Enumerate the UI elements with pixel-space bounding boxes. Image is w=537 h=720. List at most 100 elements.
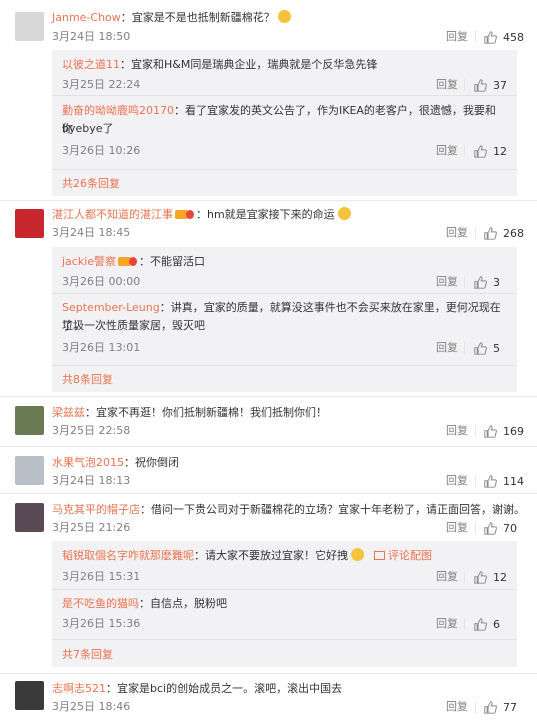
comment-username[interactable]: 水果气泡2015 <box>52 456 124 469</box>
reply-box: jackie警察 ：不能留活口 3月26日 00:00 回复 3 Septembe… <box>52 247 517 392</box>
comment-text: Janme-Chow：宜家是不是也抵制新疆棉花？ <box>52 10 291 25</box>
like-count: 77 <box>503 700 517 714</box>
like-button[interactable]: 3 <box>474 274 500 290</box>
like-count: 114 <box>503 474 524 488</box>
more-replies-link[interactable]: 共7条回复 <box>62 646 113 662</box>
thumbs-up-icon <box>474 570 487 584</box>
divider <box>464 618 465 630</box>
reply-button[interactable]: 回复 <box>436 78 458 92</box>
comment-item: 马克其平的帽子店：借问一下贵公司对于新疆棉花的立场？宜家十年老粉了，请正面回答，… <box>0 493 537 671</box>
comment-username[interactable]: 湛江人都不知道的湛江事 <box>52 208 173 221</box>
like-button[interactable]: 12 <box>474 143 507 159</box>
comment-item: 梁兹兹：宜家不再逛！你们抵制新疆棉！我们抵制你们！ 3月25日 22:58 回复… <box>0 396 537 444</box>
verified-badge-icon <box>175 210 194 219</box>
thumbs-up-icon <box>484 226 497 240</box>
like-button[interactable]: 77 <box>484 699 517 715</box>
like-count: 70 <box>503 521 517 535</box>
like-count: 169 <box>503 424 524 438</box>
avatar[interactable] <box>15 503 44 532</box>
comment-username[interactable]: 梁兹兹 <box>52 406 85 419</box>
divider <box>475 701 476 713</box>
like-count: 12 <box>493 144 507 158</box>
picture-icon <box>374 551 385 560</box>
reply-date: 3月26日 15:36 <box>62 617 141 630</box>
reply-username[interactable]: 勤奋的呦呦鹿鸣20170 <box>62 104 174 117</box>
reply-button[interactable]: 回复 <box>446 424 468 438</box>
comment-picture-link[interactable]: 评论配图 <box>374 549 432 562</box>
comment-item: 志啊志521：宜家是bci的创始成员之一。滚吧，滚出中国去 3月25日 18:4… <box>0 673 537 720</box>
reply-button[interactable]: 回复 <box>436 570 458 584</box>
comment-text: 湛江人都不知道的湛江事 ：hm就是宜家接下来的命运 <box>52 207 351 222</box>
like-count: 6 <box>493 617 500 631</box>
more-replies-link[interactable]: 共8条回复 <box>62 371 113 387</box>
like-button[interactable]: 37 <box>474 77 507 93</box>
thumbs-up-icon <box>484 30 497 44</box>
divider <box>475 425 476 437</box>
avatar[interactable] <box>15 406 44 435</box>
avatar[interactable] <box>15 456 44 485</box>
divider <box>52 365 517 366</box>
sub-comment: 以彼之道11：宜家和H&M同是瑞典企业，瑞典就是个反华急先锋 3月25日 22:… <box>62 58 507 93</box>
like-button[interactable]: 169 <box>484 423 524 439</box>
reply-button[interactable]: 回复 <box>446 30 468 44</box>
reply-username[interactable]: 是不吃鱼的猫吗 <box>62 597 139 610</box>
more-replies-link[interactable]: 共26条回复 <box>62 175 120 191</box>
thumbs-up-icon <box>474 341 487 355</box>
like-button[interactable]: 268 <box>484 225 524 241</box>
comment-text: 志啊志521：宜家是bci的创始成员之一。滚吧，滚出中国去 <box>52 682 343 695</box>
like-count: 12 <box>493 570 507 584</box>
comment-text: 水果气泡2015：祝你倒闭 <box>52 456 179 469</box>
reply-username[interactable]: jackie警察 <box>62 255 116 268</box>
smile-emoji-icon <box>337 207 351 220</box>
divider <box>464 145 465 157</box>
divider <box>464 79 465 91</box>
comment-username[interactable]: Janme-Chow <box>52 11 121 24</box>
reply-date: 3月26日 15:31 <box>62 570 141 583</box>
divider <box>52 293 517 294</box>
divider <box>475 227 476 239</box>
reply-button[interactable]: 回复 <box>436 144 458 158</box>
reply-button[interactable]: 回复 <box>446 700 468 714</box>
like-button[interactable]: 5 <box>474 340 500 356</box>
thumbs-up-icon <box>484 474 497 488</box>
reply-button[interactable]: 回复 <box>436 617 458 631</box>
divider <box>52 639 517 640</box>
cat-emoji-icon <box>277 10 291 23</box>
comment-username[interactable]: 志啊志521 <box>52 682 106 695</box>
reply-username[interactable]: 以彼之道11 <box>62 58 120 71</box>
avatar[interactable] <box>15 12 44 41</box>
comment-item: 水果气泡2015：祝你倒闭 3月24日 18:13 回复 114 <box>0 446 537 492</box>
comment-text: 马克其平的帽子店：借问一下贵公司对于新疆棉花的立场？宜家十年老粉了，请正面回答，… <box>52 503 525 516</box>
reply-button[interactable]: 回复 <box>446 474 468 488</box>
thumbs-up-icon <box>484 700 497 714</box>
comment-item: Janme-Chow：宜家是不是也抵制新疆棉花？ 3月24日 18:50 回复 … <box>0 0 537 196</box>
reply-date: 3月26日 00:00 <box>62 275 141 288</box>
divider <box>475 475 476 487</box>
reply-button[interactable]: 回复 <box>446 226 468 240</box>
sub-comment: 是不吃鱼的猫吗：自信点，脱粉吧 3月26日 15:36 回复 6 <box>62 597 500 632</box>
like-button[interactable]: 114 <box>484 473 524 489</box>
divider <box>464 342 465 354</box>
like-button[interactable]: 6 <box>474 616 500 632</box>
divider <box>475 522 476 534</box>
comment-date: 3月25日 22:58 <box>52 424 131 437</box>
reply-button[interactable]: 回复 <box>446 521 468 535</box>
reply-button[interactable]: 回复 <box>436 341 458 355</box>
reply-date: 3月26日 10:26 <box>62 144 141 157</box>
like-button[interactable]: 12 <box>474 569 507 585</box>
divider <box>52 589 517 590</box>
avatar[interactable] <box>15 681 44 710</box>
reply-username[interactable]: 韬锐取個名字咋就那麽難呢 <box>62 549 194 562</box>
comment-date: 3月25日 21:26 <box>52 521 131 534</box>
thumbs-up-icon <box>474 78 487 92</box>
like-button[interactable]: 458 <box>484 29 524 45</box>
thumbs-up-icon <box>474 144 487 158</box>
reply-username[interactable]: September-Leung <box>62 301 160 314</box>
avatar[interactable] <box>15 209 44 238</box>
comment-username[interactable]: 马克其平的帽子店 <box>52 503 140 516</box>
thumbs-up-icon <box>474 275 487 289</box>
like-count: 268 <box>503 226 524 240</box>
like-button[interactable]: 70 <box>484 520 517 536</box>
comment-date: 3月25日 18:46 <box>52 700 131 713</box>
reply-button[interactable]: 回复 <box>436 275 458 289</box>
